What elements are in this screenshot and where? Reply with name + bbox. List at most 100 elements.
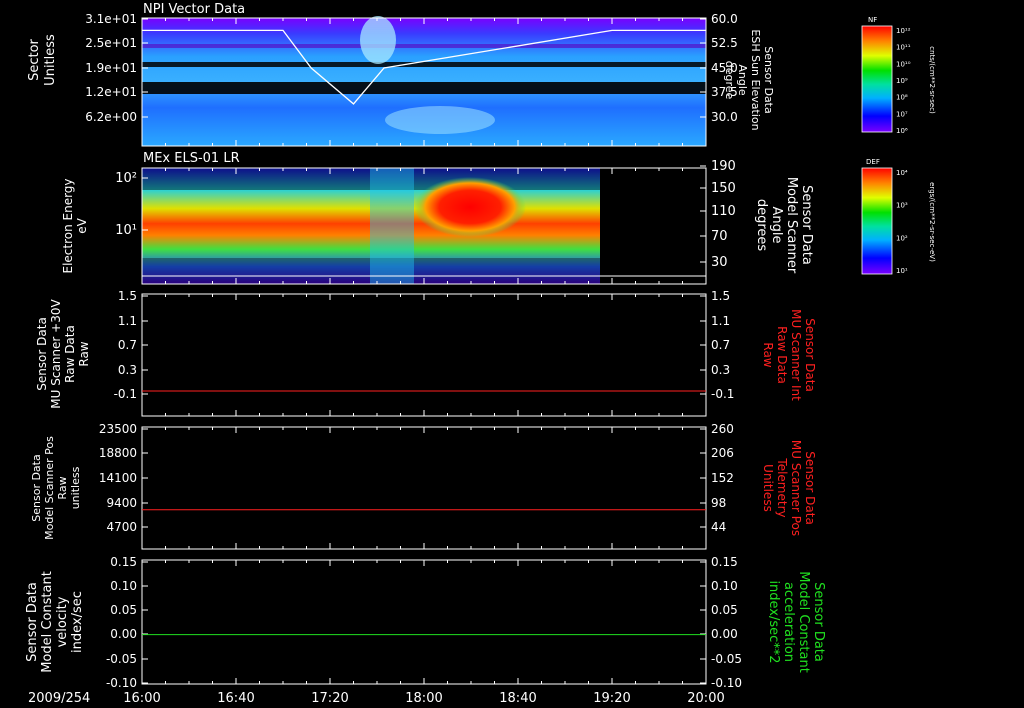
panel-model-constant: 0.15 0.10 0.05 0.00 -0.05 -0.10 0.15 0.10 0.05 0.… — [25, 555, 826, 690]
y-tick-label-left: 6.2e+00 — [85, 110, 137, 124]
colorbar-tick-label: 10¹ — [896, 267, 908, 275]
colorbar-tick-label: 10² — [896, 234, 908, 242]
y-tick-label-left: 3.1e+01 — [85, 12, 137, 26]
colorbar-tick-label: 10¹⁰ — [896, 60, 911, 68]
panel-4-ylabel-line2: Model Scanner Pos — [43, 436, 56, 540]
y-tick-label-right: 0.7 — [711, 338, 730, 352]
y-tick-label-left: 2.5e+01 — [85, 36, 137, 50]
panel-5-ylabel-line1: Sensor Data — [25, 582, 40, 662]
npi-colorbar: NF 10¹² 10¹¹ 10¹⁰ 10⁹ 10⁸ 10⁷ 10⁶ cnts/(cm**2-… — [861, 16, 936, 135]
panel-els-rlabel-line3: Angle — [769, 207, 784, 244]
y-tick-label-left: 0.00 — [110, 627, 137, 641]
time-axis: 2009/254 16:00 16:40 17:20 18:00 18:40 19:20 2… — [28, 691, 725, 706]
y-tick-label-left: 1.9e+01 — [85, 61, 137, 75]
panel-3-rlabel-line4: Raw — [761, 342, 775, 367]
y-tick-label-left: 14100 — [99, 471, 137, 485]
npi-gap-band — [142, 82, 706, 94]
panel-npi-title: NPI Vector Data — [143, 2, 245, 17]
panel-3-rlabel-line3: Raw Data — [775, 326, 789, 384]
y-tick-label-right: 0.3 — [711, 363, 730, 377]
panel-3-rlabel-line2: MU Scanner Int — [789, 309, 803, 401]
y-tick-label-right: 0.05 — [711, 603, 738, 617]
y-tick-label-left: 0.05 — [110, 603, 137, 617]
y-tick-label-right: -0.05 — [711, 652, 742, 666]
panel-5-rlabel-line1: Sensor Data — [811, 582, 826, 662]
y-tick-label-left: 10¹ — [115, 223, 137, 238]
y-tick-label-right: 70 — [711, 229, 728, 244]
colorbar-tick-label: 10⁶ — [896, 127, 908, 135]
y-tick-label-left: 18800 — [99, 446, 137, 460]
panel-5-ylabel-line3: velocity — [55, 596, 70, 647]
y-tick-label-left: 1.1 — [118, 314, 137, 328]
y-tick-label-right: 0.10 — [711, 579, 738, 593]
y-tick-label-right: 150 — [711, 181, 736, 196]
els-colorbar: DEF 10⁴ 10³ 10² 10¹ ergs/(cm**2-sr-sec-eV) — [861, 158, 936, 275]
els-colorbar-unit: ergs/(cm**2-sr-sec-eV) — [928, 182, 936, 262]
els-hot-region — [414, 177, 526, 237]
panel-4-ylabel-line4: unitless — [69, 466, 82, 509]
panel-els-rlabel-line4: degrees — [754, 199, 769, 252]
npi-colorbar-label: NF — [868, 16, 877, 24]
y-tick-label-right: 60.0 — [711, 12, 738, 26]
y-tick-label-left: 0.10 — [110, 579, 137, 593]
colorbar-tick-label: 10¹² — [896, 27, 911, 35]
panel-3-frame — [141, 293, 707, 417]
panel-3-ylabel-line1: Sensor Data — [35, 317, 49, 391]
time-tick-label: 17:20 — [311, 691, 348, 706]
y-tick-label-left: -0.10 — [106, 676, 137, 690]
panel-5-ylabel-line2: Model Constant — [40, 571, 55, 673]
panel-5-rlabel-line4: index/sec**2 — [766, 580, 781, 663]
y-tick-label-right: 260 — [711, 422, 734, 436]
panel-els-ylabel-line2: eV — [75, 217, 89, 233]
date-label: 2009/254 — [28, 691, 90, 706]
y-tick-label-right: 98 — [711, 496, 726, 510]
panel-npi-rlabel-line1: Sensor Data — [762, 46, 775, 113]
panel-5-rlabel-line2: Model Constant — [796, 571, 811, 673]
panel-npi-rlabel-line4: degree — [723, 61, 736, 100]
panel-4-rlabel-line3: Telemetry — [775, 457, 789, 517]
panel-3-ylabel-line3: Raw Data — [63, 325, 77, 383]
y-tick-label-right: -0.10 — [711, 676, 742, 690]
panel-npi: NPI Vector Data 3.1e+01 2.5e+01 1.9e+01 1.2… — [27, 2, 775, 147]
colorbar-tick-label: 10⁷ — [896, 110, 908, 118]
y-tick-label-left: 10² — [115, 171, 137, 186]
panel-4-frame — [141, 426, 707, 550]
panel-els-rlabel-line2: Model Scanner — [784, 177, 799, 274]
npi-bright-region — [385, 106, 495, 134]
y-tick-label-right: 190 — [711, 159, 736, 174]
time-tick-label: 19:20 — [593, 691, 630, 706]
colorbar-tick-label: 10¹¹ — [896, 44, 911, 52]
panel-els-ylabel-line1: Electron Energy — [61, 178, 75, 273]
panel-4-rlabel-line1: Sensor Data — [803, 451, 817, 525]
panel-npi-rlabel-line3: Angle — [736, 64, 749, 96]
y-tick-label-left: 4700 — [106, 520, 137, 534]
npi-gap-band — [142, 62, 706, 67]
y-tick-label-left: 0.15 — [110, 555, 137, 569]
els-gap-region — [370, 168, 414, 284]
y-tick-label-left: 9400 — [106, 496, 137, 510]
panel-3-ylabel-line4: Raw — [77, 341, 91, 366]
panel-3-rlabel-line1: Sensor Data — [803, 318, 817, 392]
colorbar-tick-label: 10³ — [896, 202, 908, 210]
y-tick-label-left: 0.3 — [118, 363, 137, 377]
figure: NPI Vector Data 3.1e+01 2.5e+01 1.9e+01 1.2… — [25, 2, 936, 706]
panel-4-rlabel-line4: Unitless — [761, 464, 775, 512]
y-tick-label-left: 1.2e+01 — [85, 85, 137, 99]
time-tick-label: 18:00 — [405, 691, 442, 706]
y-tick-label-right: 0.15 — [711, 555, 738, 569]
y-tick-label-right: 152 — [711, 471, 734, 485]
panel-5-ylabel-line4: index/sec — [70, 591, 85, 653]
panel-5-rlabel-line3: acceleration — [781, 582, 796, 662]
panel-4-rlabel-line2: MU Scanner Pos — [789, 440, 803, 536]
panel-5-frame — [141, 559, 707, 685]
y-tick-label-right: 110 — [711, 204, 736, 219]
panel-npi-ylabel-line2: Unitless — [43, 34, 58, 86]
els-colorbar-scale — [861, 167, 893, 275]
npi-bright-region — [360, 16, 396, 64]
y-tick-label-right: -0.1 — [711, 387, 734, 401]
time-tick-label: 18:40 — [499, 691, 536, 706]
panel-els: MEx ELS-01 LR 10² 10¹ 190 150 110 70 30 Electr… — [61, 151, 814, 285]
npi-colorbar-scale — [861, 25, 893, 133]
panel-3-axes: 1.5 1.1 0.7 0.3 -0.1 1.5 1.1 0.7 0.3 -0.1 — [114, 289, 734, 416]
y-tick-label-right: 206 — [711, 446, 734, 460]
